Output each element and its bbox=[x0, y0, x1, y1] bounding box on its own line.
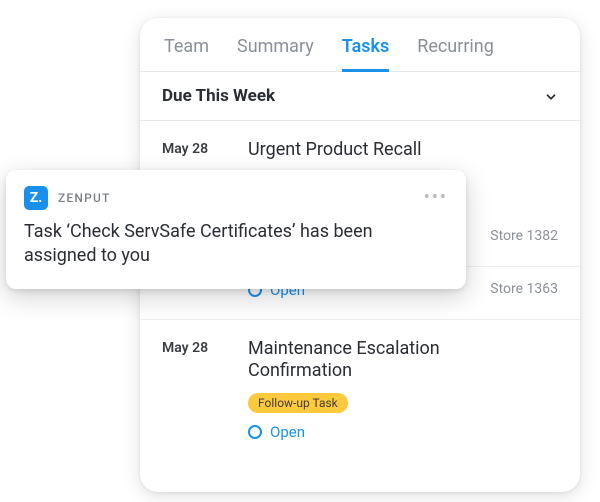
notification-message: Task ‘Check ServSafe Certificates’ has b… bbox=[24, 220, 448, 269]
task-title: Urgent Product Recall bbox=[248, 139, 478, 162]
section-header: Due This Week bbox=[140, 72, 580, 121]
more-icon[interactable]: ••• bbox=[424, 195, 448, 201]
notification-header: Z. ZENPUT ••• bbox=[24, 186, 448, 210]
notification-app-name: ZENPUT bbox=[58, 191, 111, 205]
task-store: Store 1363 bbox=[490, 281, 558, 299]
followup-badge: Follow-up Task bbox=[248, 393, 348, 413]
task-main: Maintenance Escalation Confirmation Foll… bbox=[248, 338, 546, 441]
notification-app: Z. ZENPUT bbox=[24, 186, 111, 210]
tab-team[interactable]: Team bbox=[164, 36, 209, 71]
status-label: Open bbox=[270, 423, 305, 441]
section-title: Due This Week bbox=[162, 86, 275, 106]
tab-tasks[interactable]: Tasks bbox=[342, 36, 390, 71]
zenput-logo-icon: Z. bbox=[24, 186, 48, 210]
notification-card[interactable]: Z. ZENPUT ••• Task ‘Check ServSafe Certi… bbox=[6, 170, 466, 289]
task-date: May 28 bbox=[162, 338, 236, 441]
tab-recurring[interactable]: Recurring bbox=[417, 36, 494, 71]
task-title: Maintenance Escalation Confirmation bbox=[248, 338, 546, 383]
task-status-open[interactable]: Open bbox=[248, 423, 546, 441]
tabs-bar: Team Summary Tasks Recurring bbox=[140, 18, 580, 72]
task-store: Store 1382 bbox=[490, 228, 558, 246]
circle-icon bbox=[248, 425, 262, 439]
tab-summary[interactable]: Summary bbox=[237, 36, 314, 71]
chevron-down-icon[interactable] bbox=[544, 89, 558, 103]
task-row[interactable]: May 28 Maintenance Escalation Confirmati… bbox=[140, 320, 580, 461]
